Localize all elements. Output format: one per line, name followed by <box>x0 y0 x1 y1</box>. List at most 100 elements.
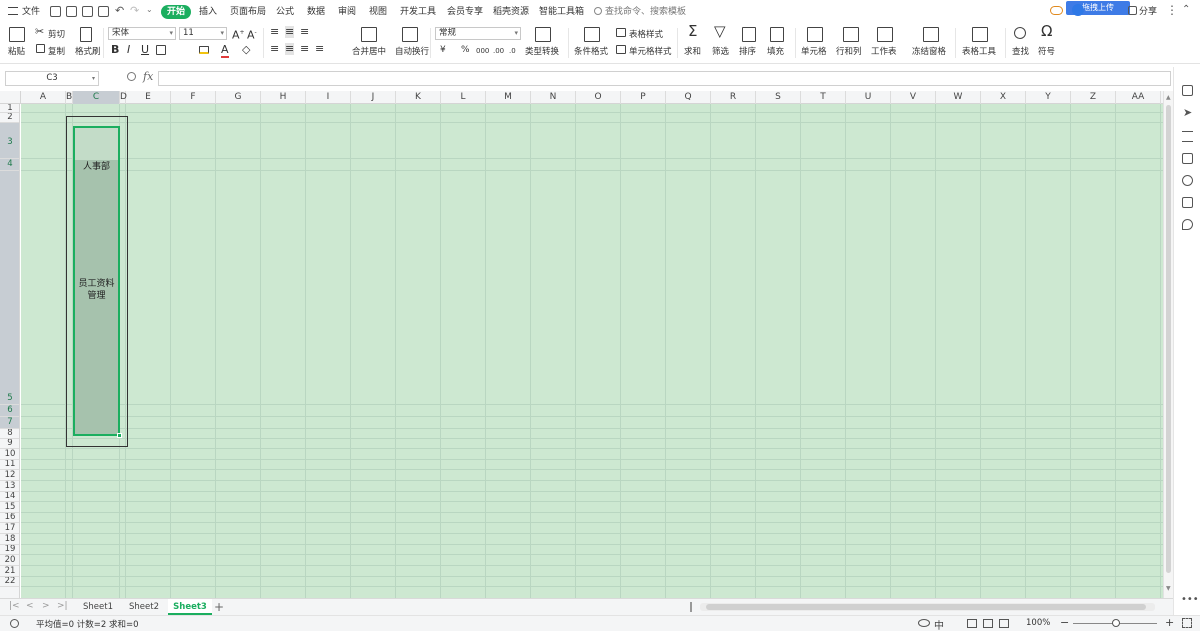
filter-button[interactable]: 筛选 <box>712 45 729 57</box>
cell-grid[interactable]: 人事部 员工资料 管理 <box>21 104 1163 598</box>
align-left-icon[interactable]: ≡ <box>270 43 279 55</box>
tab-smart-toolbox[interactable]: 智能工具箱 <box>539 5 584 19</box>
cell-style-icon[interactable] <box>616 45 626 54</box>
wrap-text-button[interactable]: 自动换行 <box>395 45 429 57</box>
location-icon[interactable] <box>1182 219 1193 230</box>
cut-button[interactable]: 剪切 <box>48 28 65 40</box>
column-header-i[interactable]: I <box>306 91 351 104</box>
input-method-icon[interactable]: 中 <box>934 617 944 632</box>
quick-access-dropdown-icon[interactable]: ⌄ <box>146 5 153 14</box>
clear-format-icon[interactable]: ◇ <box>242 44 250 56</box>
tab-page-layout[interactable]: 页面布局 <box>230 5 266 19</box>
row-header-9[interactable]: 9 <box>0 439 19 449</box>
zoom-level[interactable]: 100% <box>1026 618 1050 628</box>
eye-protection-icon[interactable] <box>918 619 930 627</box>
export-pdf-icon[interactable] <box>66 6 77 17</box>
row-header-16[interactable]: 16 <box>0 513 19 523</box>
percent-icon[interactable]: % <box>461 44 470 56</box>
column-header-f[interactable]: F <box>171 91 216 104</box>
thousands-separator-icon[interactable]: 000 <box>476 45 489 57</box>
vertical-scroll-thumb[interactable] <box>1166 105 1171 573</box>
column-header-l[interactable]: L <box>441 91 486 104</box>
conditional-format-icon[interactable] <box>584 27 600 42</box>
zoom-slider-knob[interactable] <box>1112 619 1120 627</box>
column-header-a[interactable]: A <box>21 91 66 104</box>
help-icon[interactable] <box>1182 175 1193 186</box>
find-icon[interactable] <box>1014 27 1026 39</box>
fill-button[interactable]: 填充 <box>767 45 784 57</box>
underline-icon[interactable]: U <box>141 44 149 56</box>
worksheet-button[interactable]: 工作表 <box>871 45 897 57</box>
backup-icon[interactable] <box>1182 153 1193 164</box>
fill-handle[interactable] <box>117 433 122 438</box>
decrease-font-icon[interactable]: A- <box>247 27 257 42</box>
row-header-18[interactable]: 18 <box>0 534 19 545</box>
column-header-j[interactable]: J <box>351 91 396 104</box>
tab-view[interactable]: 视图 <box>369 5 387 19</box>
paste-icon[interactable] <box>9 27 25 42</box>
more-dots-icon[interactable]: ••• <box>1181 594 1199 605</box>
row-header-4[interactable]: 4 <box>0 159 19 171</box>
adjust-icon[interactable] <box>1182 131 1193 142</box>
copy-button[interactable]: 复制 <box>48 45 65 57</box>
column-header-e[interactable]: E <box>126 91 171 104</box>
user-icon[interactable] <box>1072 4 1084 16</box>
sum-icon[interactable]: Σ <box>688 24 697 39</box>
align-bottom-icon[interactable]: ≡ <box>300 26 309 38</box>
wrap-text-icon[interactable] <box>402 27 418 42</box>
find-button[interactable]: 查找 <box>1012 45 1029 57</box>
table-style-icon[interactable] <box>616 28 626 37</box>
collapse-ribbon-icon[interactable]: ⌃ <box>1182 4 1190 15</box>
row-header-14[interactable]: 14 <box>0 492 19 502</box>
font-color-icon[interactable]: A <box>221 44 229 58</box>
row-header-12[interactable]: 12 <box>0 470 19 481</box>
column-header-u[interactable]: U <box>846 91 891 104</box>
column-header-t[interactable]: T <box>801 91 846 104</box>
merge-center-icon[interactable] <box>361 27 377 42</box>
font-size-select[interactable]: 11 ▾ <box>179 27 227 40</box>
print-icon[interactable] <box>82 6 93 17</box>
column-header-x[interactable]: X <box>981 91 1026 104</box>
column-header-w[interactable]: W <box>936 91 981 104</box>
column-header-b[interactable]: B <box>66 91 73 104</box>
zoom-formula-icon[interactable] <box>127 72 136 81</box>
row-header-5[interactable]: 5 <box>0 171 19 405</box>
font-name-select[interactable]: 宋体 ▾ <box>108 27 176 40</box>
column-header-h[interactable]: H <box>261 91 306 104</box>
tab-developer[interactable]: 开发工具 <box>400 5 436 19</box>
save-icon[interactable] <box>50 6 61 17</box>
select-all-corner[interactable] <box>0 91 21 104</box>
merge-center-button[interactable]: 合并居中 <box>352 45 386 57</box>
row-header-7[interactable]: 7 <box>0 417 19 429</box>
conditional-format-button[interactable]: 条件格式 <box>574 45 608 57</box>
row-header-6[interactable]: 6 <box>0 405 19 417</box>
sum-button[interactable]: 求和 <box>684 45 701 57</box>
format-painter-button[interactable]: 格式刷 <box>75 45 101 57</box>
cut-icon[interactable]: ✂ <box>35 26 44 38</box>
symbol-icon[interactable]: Ω <box>1041 24 1052 39</box>
row-header-13[interactable]: 13 <box>0 481 19 492</box>
tab-review[interactable]: 审阅 <box>338 5 356 19</box>
column-header-v[interactable]: V <box>891 91 936 104</box>
worksheet-icon[interactable] <box>877 27 893 42</box>
undo-icon[interactable]: ↶ <box>115 4 124 17</box>
fill-color-icon[interactable] <box>199 46 209 54</box>
scroll-down-icon[interactable]: ▼ <box>1166 585 1171 592</box>
freeze-panes-button[interactable]: 冻结窗格 <box>912 45 946 57</box>
page-layout-view-icon[interactable] <box>983 619 993 628</box>
increase-font-icon[interactable]: A+ <box>232 27 245 42</box>
row-col-button[interactable]: 行和列 <box>836 45 862 57</box>
column-header-y[interactable]: Y <box>1026 91 1071 104</box>
sort-icon[interactable] <box>742 27 756 42</box>
copy-icon[interactable] <box>36 44 45 53</box>
row-header-2[interactable]: 2 <box>0 113 19 123</box>
column-header-p[interactable]: P <box>621 91 666 104</box>
italic-icon[interactable]: I <box>127 44 130 56</box>
column-header-q[interactable]: Q <box>666 91 711 104</box>
increase-decimal-icon[interactable]: .00 <box>493 45 504 57</box>
column-header-aa[interactable]: AA <box>1116 91 1161 104</box>
row-header-19[interactable]: 19 <box>0 545 19 555</box>
format-painter-icon[interactable] <box>80 27 92 42</box>
add-sheet-icon[interactable]: + <box>214 599 224 615</box>
column-header-o[interactable]: O <box>576 91 621 104</box>
